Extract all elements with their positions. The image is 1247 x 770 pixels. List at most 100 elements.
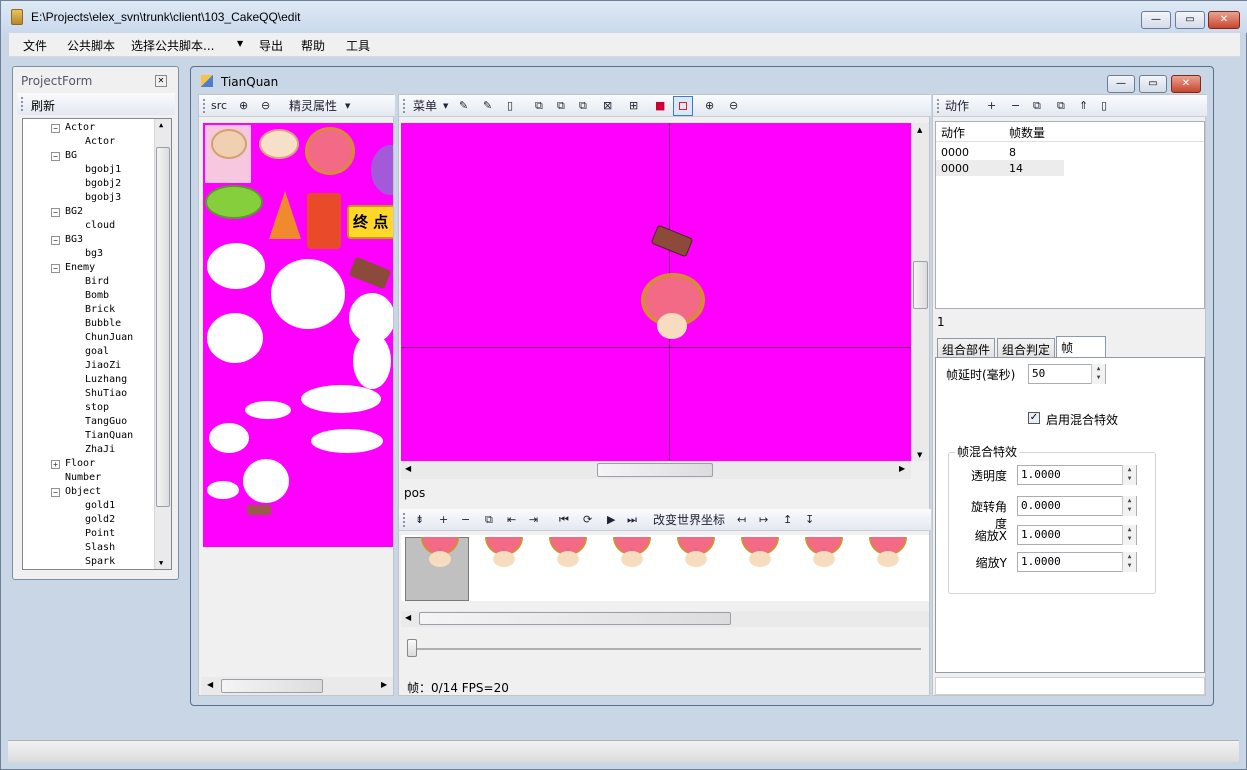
scroll-left-icon[interactable]: ◀ bbox=[405, 464, 411, 473]
sprite-hscrollbar[interactable]: ◀ ▶ bbox=[201, 677, 393, 695]
sprite-sheet[interactable]: 终 点 bbox=[203, 123, 393, 547]
action-list[interactable]: 动作 帧数量 0000 8 0000 14 bbox=[935, 121, 1205, 309]
loop-icon[interactable]: ⟳ bbox=[583, 513, 592, 527]
tree-node[interactable]: Enemy bbox=[65, 261, 95, 275]
menu-dropdown[interactable]: 菜单 bbox=[413, 99, 437, 113]
scroll-up-icon[interactable]: ▲ bbox=[159, 121, 163, 129]
blend-field-input[interactable]: 1.0000 ▲ ▼ bbox=[1017, 552, 1137, 572]
tab-collision[interactable]: 组合判定 bbox=[997, 338, 1056, 357]
collapse-icon[interactable]: − bbox=[51, 236, 60, 245]
zoom-out-icon[interactable]: ⊖ bbox=[729, 99, 738, 113]
add-action-icon[interactable]: + bbox=[987, 99, 996, 113]
table-row[interactable]: 0000 8 bbox=[936, 144, 1064, 160]
align-top-icon[interactable]: ↥ bbox=[783, 513, 792, 527]
insert-frame-icon[interactable]: ⇟ bbox=[415, 513, 424, 527]
delay-input[interactable]: 50 ▲ ▼ bbox=[1028, 364, 1106, 384]
zoom-in-icon[interactable]: ⊕ bbox=[705, 99, 714, 113]
editor-maximize-button[interactable]: ▭ bbox=[1139, 75, 1167, 93]
menu-help[interactable]: 帮助 bbox=[301, 37, 325, 54]
table-row[interactable]: 0000 14 bbox=[936, 160, 1064, 176]
blend-field-input[interactable]: 0.0000 ▲ ▼ bbox=[1017, 496, 1137, 516]
zoom-out-icon[interactable]: ⊖ bbox=[261, 99, 270, 113]
collapse-icon[interactable]: − bbox=[51, 124, 60, 133]
frame-thumbnail[interactable] bbox=[417, 537, 463, 573]
frame-thumbnail[interactable] bbox=[545, 537, 591, 573]
tree-node[interactable]: ShuTiao bbox=[85, 387, 127, 401]
project-tree[interactable]: Actor − Actor BG − bgobj1 bgobj2 bgobj3 BG2− clou… bbox=[22, 118, 172, 570]
frame-thumbnail[interactable] bbox=[481, 537, 527, 573]
tree-node[interactable]: Luzhang bbox=[85, 373, 127, 387]
color-icon[interactable]: ■ bbox=[655, 99, 665, 113]
edit-icon[interactable]: ✎ bbox=[459, 99, 468, 113]
blend-field-spinner[interactable]: ▲ ▼ bbox=[1122, 552, 1136, 572]
edit-alt-icon[interactable]: ✎ bbox=[483, 99, 492, 113]
menu-file[interactable]: 文件 bbox=[23, 37, 47, 54]
change-world-coord-button[interactable]: 改变世界坐标 bbox=[653, 513, 725, 527]
tree-node[interactable]: TangGuo bbox=[85, 415, 127, 429]
editor-close-button[interactable]: ✕ bbox=[1171, 75, 1201, 93]
tree-node[interactable]: Bird bbox=[85, 275, 109, 289]
last-frame-icon[interactable]: ⏭ bbox=[627, 513, 637, 527]
blend-field-spinner[interactable]: ▲ ▼ bbox=[1122, 465, 1136, 485]
column-action[interactable]: 动作 bbox=[941, 124, 965, 141]
tree-node[interactable]: stop bbox=[85, 401, 109, 415]
tree-node[interactable]: Object bbox=[65, 485, 101, 499]
public-script-select[interactable]: 选择公共脚本... ▼ bbox=[129, 35, 247, 55]
canvas-vscroll-thumb[interactable] bbox=[913, 261, 928, 309]
timeline-thumb[interactable] bbox=[407, 639, 417, 657]
copy-icon[interactable]: ⧉ bbox=[535, 99, 543, 113]
tree-node[interactable]: Number bbox=[65, 471, 101, 485]
frame-thumbnail[interactable] bbox=[801, 537, 847, 573]
paste-icon[interactable]: ⧉ bbox=[557, 99, 565, 113]
bounds-toggle-icon[interactable] bbox=[673, 96, 693, 116]
tree-node[interactable]: Bubble bbox=[85, 317, 121, 331]
scroll-down-icon[interactable]: ▼ bbox=[159, 559, 163, 567]
blend-field-spinner[interactable]: ▲ ▼ bbox=[1122, 525, 1136, 545]
canvas-vscrollbar[interactable]: ▲ ▼ bbox=[911, 123, 929, 461]
tree-node[interactable]: Brick bbox=[85, 303, 115, 317]
tree-node[interactable]: TianQuan bbox=[85, 429, 133, 443]
tree-node[interactable]: Actor bbox=[85, 135, 115, 149]
tree-node[interactable]: Actor bbox=[65, 121, 95, 135]
grid-icon[interactable]: ⊞ bbox=[629, 99, 638, 113]
tree-node[interactable]: ChunJuan bbox=[85, 331, 133, 345]
frame-strip-hscrollbar[interactable]: ◀ bbox=[401, 611, 929, 627]
sprite-props-dropdown[interactable]: 精灵属性 bbox=[289, 99, 337, 113]
tree-node[interactable]: bg3 bbox=[85, 247, 103, 261]
scroll-down-icon[interactable]: ▼ bbox=[917, 451, 922, 459]
scroll-left-icon[interactable]: ◀ bbox=[405, 613, 411, 622]
tab-parts[interactable]: 组合部件 bbox=[937, 338, 996, 357]
scene-canvas[interactable] bbox=[401, 123, 911, 461]
refresh-button[interactable]: 刷新 bbox=[31, 97, 55, 114]
frame-thumbnail[interactable] bbox=[737, 537, 783, 573]
maximize-button[interactable]: ▭ bbox=[1175, 11, 1205, 29]
close-button[interactable]: ✕ bbox=[1208, 11, 1240, 29]
tree-node[interactable]: Floor bbox=[65, 457, 95, 471]
tab-frame[interactable]: 帧 bbox=[1056, 336, 1106, 357]
tree-node[interactable]: gold1 bbox=[85, 499, 115, 513]
scroll-right-icon[interactable]: ▶ bbox=[899, 464, 905, 473]
collapse-icon[interactable]: − bbox=[51, 152, 60, 161]
tree-node[interactable]: BG bbox=[65, 149, 77, 163]
collapse-icon[interactable]: − bbox=[51, 264, 60, 273]
align-right-icon[interactable]: ↦ bbox=[759, 513, 768, 527]
blend-field-input[interactable]: 1.0000 ▲ ▼ bbox=[1017, 525, 1137, 545]
tree-node[interactable]: cloud bbox=[85, 219, 115, 233]
tree-node[interactable]: ZhaJi bbox=[85, 443, 115, 457]
tree-node[interactable]: BG3 bbox=[65, 233, 83, 247]
copy-action-icon[interactable]: ⧉ bbox=[1033, 99, 1041, 113]
duplicate-icon[interactable]: ⧉ bbox=[579, 99, 587, 113]
blend-field-input[interactable]: 1.0000 ▲ ▼ bbox=[1017, 465, 1137, 485]
pin-icon[interactable]: ▯ bbox=[1101, 99, 1107, 113]
editor-minimize-button[interactable]: — bbox=[1107, 75, 1135, 93]
move-left-icon[interactable]: ⇤ bbox=[507, 513, 516, 527]
tree-node[interactable]: Point bbox=[85, 527, 115, 541]
tree-node[interactable]: BG2 bbox=[65, 205, 83, 219]
collapse-icon[interactable]: − bbox=[51, 208, 60, 217]
tree-node[interactable]: Spark bbox=[85, 555, 115, 569]
delay-spinner[interactable]: ▲ ▼ bbox=[1091, 364, 1105, 384]
move-right-icon[interactable]: ⇥ bbox=[529, 513, 538, 527]
first-frame-icon[interactable]: ⏮ bbox=[559, 513, 569, 527]
scroll-right-icon[interactable]: ▶ bbox=[381, 680, 387, 689]
play-icon[interactable]: ▶ bbox=[607, 513, 615, 527]
